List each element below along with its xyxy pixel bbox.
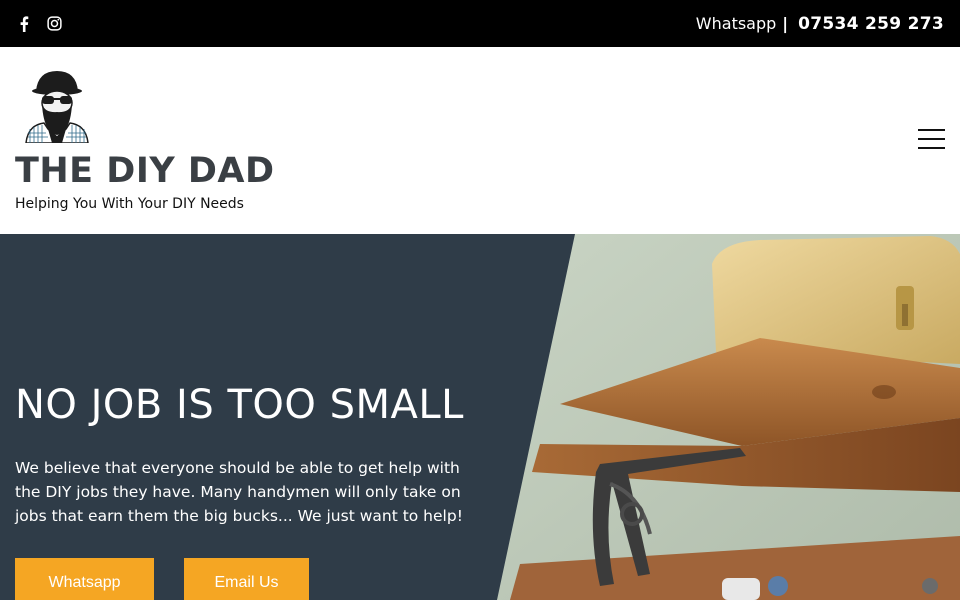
contact-separator: | xyxy=(782,14,789,33)
hamburger-line xyxy=(918,147,945,149)
whatsapp-button[interactable]: Whatsapp xyxy=(15,558,154,600)
facebook-icon[interactable] xyxy=(16,15,32,32)
top-bar: Whatsapp | 07534 259 273 xyxy=(0,0,960,47)
hamburger-line xyxy=(918,129,945,131)
contact-info: Whatsapp | 07534 259 273 xyxy=(696,14,944,34)
site-header: THE DIY DAD Helping You With Your DIY Ne… xyxy=(0,47,960,234)
site-title[interactable]: THE DIY DAD xyxy=(15,151,275,191)
bearded-dad-logo[interactable] xyxy=(18,67,96,144)
hero-section: NO JOB IS TOO SMALL We believe that ever… xyxy=(0,234,960,600)
email-us-button[interactable]: Email Us xyxy=(184,558,309,600)
site-tagline: Helping You With Your DIY Needs xyxy=(15,196,244,212)
hero-title: NO JOB IS TOO SMALL xyxy=(15,382,464,428)
whatsapp-link[interactable]: Whatsapp xyxy=(696,14,777,33)
hamburger-menu-icon[interactable] xyxy=(918,129,945,149)
hamburger-line xyxy=(918,138,945,140)
phone-number[interactable]: 07534 259 273 xyxy=(798,14,944,34)
hero-description: We believe that everyone should be able … xyxy=(15,459,463,525)
social-links xyxy=(16,15,62,32)
instagram-icon[interactable] xyxy=(46,16,62,32)
